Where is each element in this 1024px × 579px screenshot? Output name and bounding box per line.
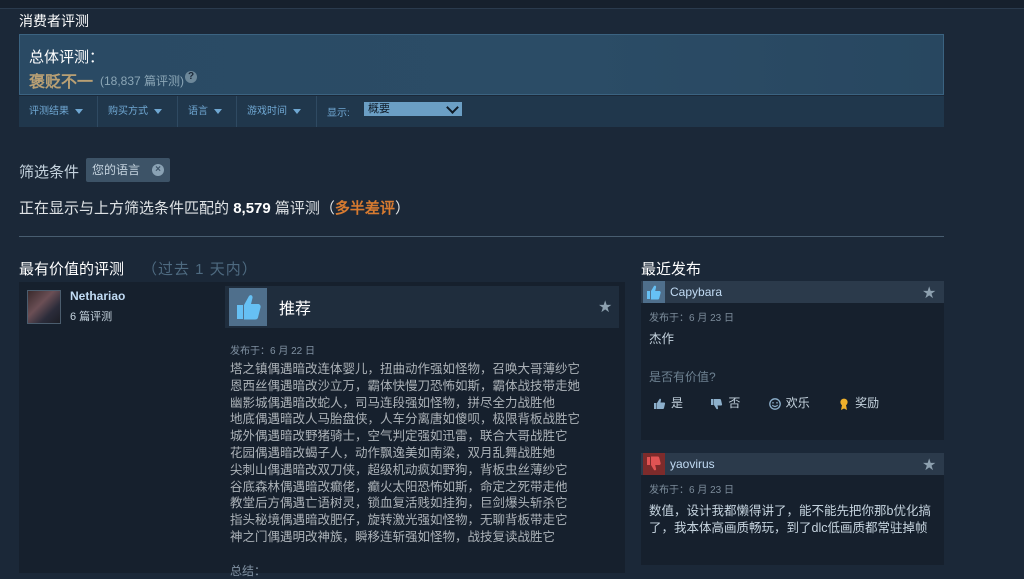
recent-text: 杰作 (649, 332, 675, 346)
vote-label: 推荐 (279, 301, 312, 318)
recent-date: 发布于：6 月 23 日 (649, 485, 735, 496)
recent-heading: 最近发布 (641, 261, 702, 278)
vote-header: 推荐 ★ (225, 286, 619, 328)
filter-playtime-label: 游戏时间 (247, 106, 287, 117)
thumbs-up-icon (229, 288, 267, 326)
filter-bar: 评测结果 购买方式 语言 游戏时间 显示: 概要 (19, 96, 944, 127)
filter-summary-rating: 多半差评 (334, 200, 395, 217)
filter-purchase-type[interactable]: 购买方式 (98, 96, 178, 127)
vote-funny-label: 欢乐 (785, 396, 810, 410)
review-summary-panel: 总体评测： 褒贬不一 (18,837 篇评测) ? (19, 34, 944, 95)
top-bar (0, 0, 1024, 9)
active-filters-label: 筛选条件 (19, 164, 80, 181)
help-icon[interactable]: ? (185, 71, 197, 83)
language-filter-chip-label: 您的语言 (92, 163, 141, 177)
star-icon[interactable]: ★ (922, 283, 936, 303)
recent-date: 发布于：6 月 23 日 (649, 313, 735, 324)
star-icon[interactable]: ★ (922, 455, 936, 475)
filter-playtime[interactable]: 游戏时间 (237, 96, 317, 127)
filter-language-label: 语言 (188, 106, 208, 117)
vote-yes-label: 是 (671, 396, 684, 410)
most-helpful-title: 最有价值的评测 (19, 261, 125, 278)
award-label: 奖励 (855, 396, 880, 410)
vote-yes-button[interactable]: 是 (653, 394, 695, 411)
filter-summary-count: 8,579 (233, 200, 271, 217)
thumbs-up-icon (654, 398, 666, 409)
display-label: 显示: (327, 108, 350, 119)
award-button[interactable]: 奖励 (837, 394, 891, 411)
recent-review-card: yaovirus ★ 发布于：6 月 23 日 数值，设计我都懒得讲了，能不能先… (641, 453, 944, 565)
summary-label: 总体评测： (29, 49, 105, 66)
filter-summary-suffix: ） (394, 200, 410, 217)
review-body-tail: 总结： (230, 564, 267, 578)
review-body: 塔之镇偶遇暗改连体婴儿，扭曲动作强如怪物，召唤大哥薄纱它 恩西丝偶遇暗改沙立万，… (230, 362, 581, 544)
recent-review-header: Capybara ★ (641, 281, 944, 303)
avatar[interactable] (27, 290, 61, 324)
filter-purchase-type-label: 购买方式 (108, 106, 148, 117)
close-icon[interactable]: × (152, 164, 165, 176)
filter-language[interactable]: 语言 (178, 96, 237, 127)
thumbs-up-icon (643, 281, 665, 303)
filter-summary: 正在显示与上方筛选条件匹配的 8,579 篇评测（多半差评） (19, 197, 410, 218)
posted-date: 发布于：6 月 22 日 (230, 346, 316, 357)
vote-no-label: 否 (728, 396, 741, 410)
vote-funny-button[interactable]: 欢乐 (768, 394, 822, 411)
filter-review-type[interactable]: 评测结果 (19, 96, 98, 127)
recent-author[interactable]: Capybara (670, 285, 722, 299)
review-card: Nethariao 6 篇评测 推荐 ★ 发布于：6 月 22 日 塔之镇偶遇暗… (19, 282, 625, 578)
helpful-actions: 是 否 欢乐 奖励 (653, 394, 903, 411)
helpful-question: 是否有价值? (649, 370, 716, 384)
smile-icon (768, 397, 781, 410)
filter-summary-prefix: 正在显示与上方筛选条件匹配的 (19, 200, 230, 217)
chevron-down-icon (446, 101, 459, 114)
author-name[interactable]: Nethariao (70, 289, 125, 303)
summary-score[interactable]: 褒贬不一 (29, 68, 93, 92)
recent-author[interactable]: yaovirus (670, 457, 715, 471)
thumbs-down-icon (643, 453, 665, 475)
divider (19, 236, 944, 237)
author-review-count[interactable]: 6 篇评测 (70, 308, 112, 324)
filter-review-type-label: 评测结果 (29, 106, 69, 117)
display-select[interactable]: 概要 (364, 101, 462, 116)
display-select-value: 概要 (368, 103, 390, 115)
recent-review-header: yaovirus ★ (641, 453, 944, 475)
thumbs-down-icon (711, 398, 723, 410)
caret-down-icon (293, 108, 301, 114)
section-title: 消费者评测 (19, 13, 89, 29)
recent-text: 数值，设计我都懒得讲了，能不能先把你那b优化搞了，我本体高画质畅玩，到了dlc低… (649, 504, 931, 535)
recent-review-card: Capybara ★ 发布于：6 月 23 日 杰作 是否有价值? 是 否 欢乐… (641, 281, 944, 440)
caret-down-icon (214, 108, 222, 114)
most-helpful-period: （过去 1 天内） (142, 261, 258, 278)
language-filter-chip[interactable]: 您的语言 × (86, 158, 171, 182)
caret-down-icon (154, 108, 162, 114)
caret-down-icon (75, 108, 83, 114)
filter-summary-mid: 篇评测（ (274, 200, 335, 217)
star-icon[interactable]: ★ (598, 297, 612, 317)
most-helpful-heading: 最有价值的评测 （过去 1 天内） (19, 258, 258, 279)
summary-count: (18,837 篇评测) (100, 74, 185, 88)
vote-no-button[interactable]: 否 (710, 394, 752, 411)
award-icon (840, 398, 848, 410)
